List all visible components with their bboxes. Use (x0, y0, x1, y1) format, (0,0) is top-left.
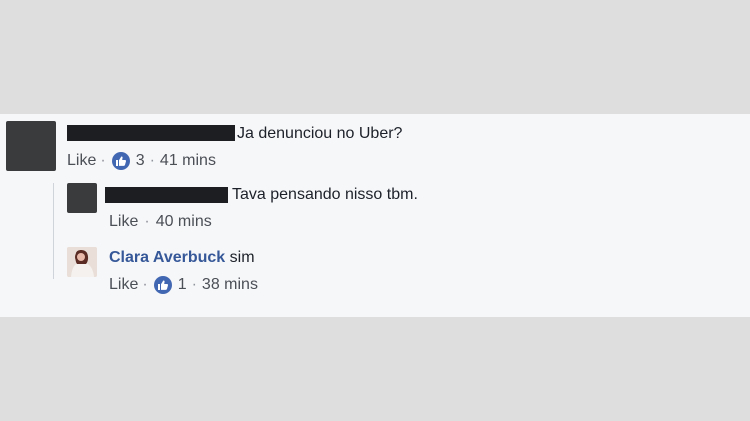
reply-text: sim (229, 249, 255, 266)
thumbs-up-icon[interactable] (111, 152, 130, 170)
thumbs-up-icon[interactable] (153, 276, 172, 294)
redacted-name (105, 187, 228, 203)
timestamp[interactable]: 41 mins (160, 152, 216, 170)
like-count[interactable]: 1 (178, 276, 187, 294)
reply-meta: Like · 40 mins (109, 212, 212, 232)
like-link[interactable]: Like (67, 152, 96, 170)
commenter-avatar[interactable] (6, 121, 56, 171)
separator: · (191, 276, 197, 293)
like-count[interactable]: 3 (136, 152, 145, 170)
clara-avatar[interactable] (67, 247, 97, 277)
author-name[interactable]: Clara Averbuck (109, 249, 225, 266)
redacted-name (67, 125, 235, 141)
comment-meta: Like · 3 · 41 mins (67, 151, 216, 171)
reply-text: Tava pensando nisso tbm. (232, 186, 418, 203)
separator: · (100, 152, 106, 169)
reply-thread-line (53, 183, 54, 279)
reply-meta: Like · 1 · 38 mins (109, 275, 258, 295)
comment-text: Ja denunciou no Uber? (237, 125, 403, 142)
separator: · (149, 152, 155, 169)
reply-avatar[interactable] (67, 183, 97, 213)
separator: · (142, 276, 148, 293)
like-link[interactable]: Like (109, 213, 138, 231)
reply-body: Clara Averbuck sim (109, 249, 255, 267)
timestamp[interactable]: 38 mins (202, 276, 258, 294)
separator: · (144, 213, 150, 230)
like-link[interactable]: Like (109, 276, 138, 294)
timestamp[interactable]: 40 mins (156, 213, 212, 231)
